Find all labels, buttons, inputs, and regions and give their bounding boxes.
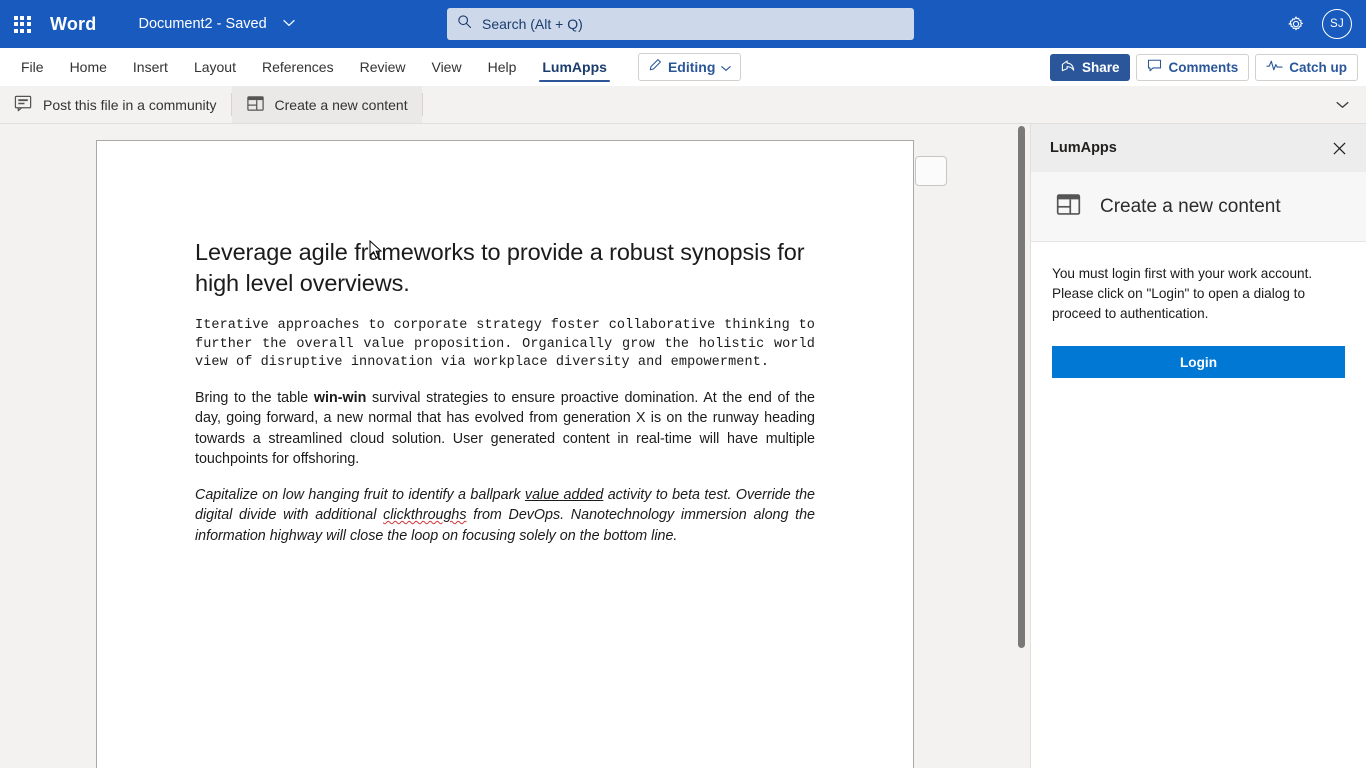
tab-lumapps[interactable]: LumApps: [529, 48, 620, 85]
create-new-content-button[interactable]: Create a new content: [231, 86, 422, 123]
tab-label: Insert: [132, 58, 168, 75]
tab-file[interactable]: File: [8, 48, 57, 85]
task-pane-banner: Create a new content: [1031, 172, 1366, 242]
editing-mode-button[interactable]: Editing: [637, 52, 742, 81]
title-bar: Word Document2 - Saved Search (Alt + Q) …: [0, 0, 1366, 48]
paragraph-text-part: Bring to the table: [195, 389, 314, 406]
misspelled-word: clickthroughs: [383, 507, 467, 524]
share-label: Share: [1081, 59, 1120, 75]
task-pane-title: LumApps: [1050, 140, 1117, 156]
new-content-icon: [1055, 191, 1082, 223]
avatar[interactable]: SJ: [1322, 9, 1352, 39]
page-title: Leverage agile frameworks to provide a r…: [195, 239, 805, 297]
document-canvas[interactable]: Leverage agile frameworks to provide a r…: [0, 124, 1030, 768]
catch-up-button[interactable]: Catch up: [1255, 53, 1358, 81]
tab-label: Review: [359, 58, 406, 75]
tab-label: Help: [487, 58, 517, 75]
task-pane-body: You must login first with your work acco…: [1031, 242, 1366, 768]
underlined-phrase: value added: [524, 486, 604, 503]
document-separator: -: [216, 16, 222, 32]
post-file-in-community-label: Post this file in a community: [43, 96, 217, 113]
login-message: You must login first with your work acco…: [1052, 266, 1313, 322]
save-status: Saved: [225, 16, 267, 32]
document-title[interactable]: Document2 - Saved: [138, 16, 266, 32]
create-new-content-label: Create a new content: [274, 96, 408, 113]
tab-layout[interactable]: Layout: [181, 48, 249, 85]
app-name: Word: [50, 13, 97, 34]
document-page[interactable]: Leverage agile frameworks to provide a r…: [96, 140, 914, 768]
ribbon-actions: Share Comments Catch up: [1049, 48, 1358, 86]
tab-references[interactable]: References: [249, 48, 347, 85]
task-pane-banner-label: Create a new content: [1100, 195, 1281, 217]
document-filename: Document2: [138, 16, 213, 32]
tab-review[interactable]: Review: [347, 48, 419, 85]
tab-label: View: [431, 58, 462, 75]
bold-phrase: win-win: [313, 389, 367, 406]
tab-label: File: [21, 58, 44, 75]
tab-label: Home: [69, 58, 107, 75]
app-launcher-icon[interactable]: [0, 0, 44, 48]
collapse-ribbon-button[interactable]: [1326, 86, 1358, 124]
search-placeholder: Search (Alt + Q): [482, 16, 583, 32]
comments-label: Comments: [1168, 59, 1239, 75]
document-paragraph-mono: Iterative approaches to corporate strate…: [195, 318, 815, 371]
tab-home[interactable]: Home: [57, 48, 120, 85]
tab-label: References: [261, 58, 334, 75]
ribbon-tab-bar: File Home Insert Layout References Revie…: [0, 48, 1366, 86]
avatar-initials: SJ: [1329, 18, 1345, 30]
new-content-icon: [246, 94, 265, 116]
tab-label: LumApps: [542, 58, 607, 75]
vertical-scrollbar-thumb[interactable]: [1018, 126, 1025, 648]
addin-toolbar: Post this file in a community Create a n…: [0, 86, 1366, 124]
title-bar-actions: SJ: [1280, 0, 1366, 48]
tab-label: Layout: [193, 58, 236, 75]
comments-button[interactable]: Comments: [1136, 53, 1250, 81]
tab-view[interactable]: View: [418, 48, 474, 85]
document-paragraph-body: Bring to the table win-win survival stra…: [195, 388, 815, 470]
chevron-down-icon: [721, 59, 732, 75]
document-paragraph-italic: Capitalize on low hanging fruit to ident…: [195, 485, 815, 546]
catch-up-label: Catch up: [1289, 59, 1347, 75]
vertical-scrollbar[interactable]: [1014, 124, 1030, 768]
side-marker-box[interactable]: [915, 156, 947, 186]
comment-icon: [1147, 58, 1162, 76]
tab-insert[interactable]: Insert: [120, 48, 181, 85]
login-button[interactable]: Login: [1052, 346, 1345, 379]
share-icon: [1061, 58, 1076, 76]
post-file-in-community-button[interactable]: Post this file in a community: [0, 86, 231, 123]
search-input[interactable]: Search (Alt + Q): [447, 8, 914, 40]
ribbon-tabs: File Home Insert Layout References Revie…: [0, 48, 620, 85]
pencil-icon: [648, 58, 662, 75]
editing-mode-label: Editing: [667, 58, 716, 75]
toolbar-divider: [421, 93, 423, 116]
paragraph-text-part: Capitalize on low hanging fruit to ident…: [195, 486, 525, 503]
lumapps-task-pane: LumApps Create a new content You must lo…: [1030, 124, 1366, 768]
share-button[interactable]: Share: [1049, 53, 1131, 81]
chevron-down-icon[interactable]: [283, 18, 295, 30]
tab-help[interactable]: Help: [475, 48, 530, 85]
gear-icon[interactable]: [1280, 8, 1312, 40]
task-pane-header: LumApps: [1031, 124, 1366, 172]
post-community-icon: [14, 94, 33, 116]
activity-icon: [1266, 59, 1283, 75]
main-area: Leverage agile frameworks to provide a r…: [0, 124, 1366, 768]
close-icon[interactable]: [1326, 135, 1352, 161]
search-icon: [457, 14, 472, 34]
